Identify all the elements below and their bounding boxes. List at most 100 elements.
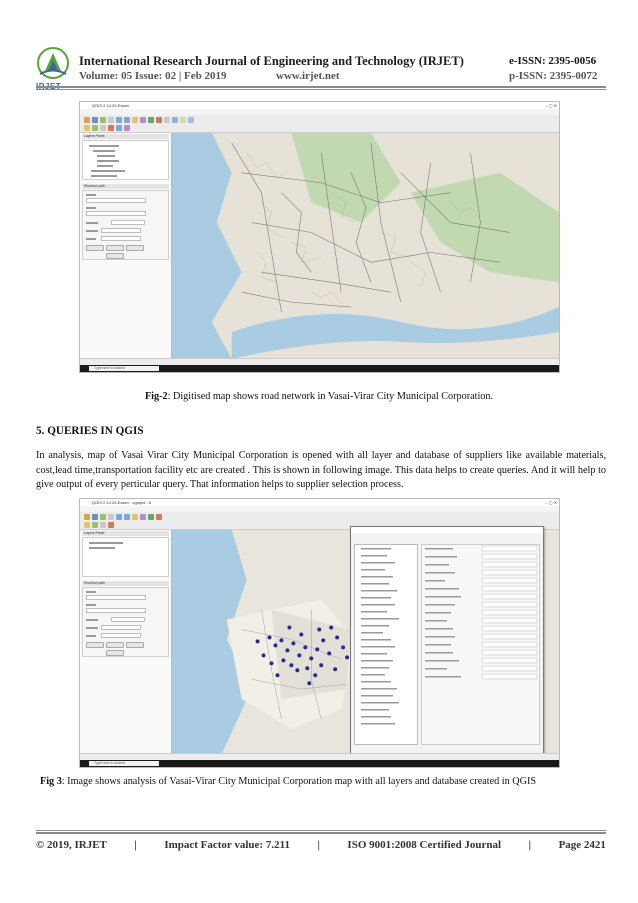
footer-rule: [36, 830, 606, 834]
criterion-select[interactable]: [111, 617, 145, 622]
time-field[interactable]: [101, 633, 141, 638]
window-controls: – ▢ ✕: [545, 103, 557, 108]
taskbar-search[interactable]: Type here to search: [89, 366, 159, 371]
identify-icon: [132, 117, 138, 123]
calculate-button[interactable]: [86, 245, 104, 251]
zoom-in-icon: [116, 514, 122, 520]
figure-2-caption: Fig-2: Digitised map shows road network …: [0, 391, 638, 402]
footer-iso: ISO 9001:2008 Certified Journal: [347, 839, 502, 851]
supplier-list[interactable]: [354, 544, 418, 745]
clear-button[interactable]: [126, 642, 144, 648]
footer-page-number: Page 2421: [558, 839, 606, 851]
tool-icon: [188, 117, 194, 123]
journal-website[interactable]: www.irjet.net: [276, 70, 340, 82]
clear-button[interactable]: [126, 245, 144, 251]
criterion-select[interactable]: [111, 220, 145, 225]
edit-icon: [84, 522, 90, 528]
open-icon: [84, 514, 90, 520]
measure-icon: [148, 514, 154, 520]
dialog-title: [351, 527, 543, 533]
taskbar-search[interactable]: Type here to search: [89, 761, 159, 766]
node-icon: [100, 522, 106, 528]
footer-impact-factor: Impact Factor value: 7.211: [164, 839, 290, 851]
shortest-path-panel: [82, 190, 169, 260]
figure-2-caption-text: : Digitised map shows road network in Va…: [167, 391, 494, 402]
layer-tree[interactable]: [82, 140, 169, 180]
layers-panel-header: Layers Panel: [82, 531, 169, 536]
delete-icon: [108, 522, 114, 528]
refresh-icon: [172, 117, 178, 123]
digitize-icon: [92, 522, 98, 528]
layer-icon: [100, 514, 106, 520]
zoom-in-icon: [116, 117, 122, 123]
time-field[interactable]: [101, 236, 141, 241]
attribute-form[interactable]: [421, 544, 540, 745]
footer-copyright: © 2019, IRJET: [36, 839, 107, 851]
layer-icon: [100, 117, 106, 123]
figure-3-screenshot: QGIS 2.14.20-Essen - vgmpid - 8 – ▢ ✕ La…: [79, 498, 560, 768]
help-button[interactable]: [106, 650, 124, 656]
road-network-map[interactable]: [172, 133, 559, 359]
shortest-path-header: Shortest path: [82, 581, 169, 586]
section-heading: 5. QUERIES IN QGIS: [36, 425, 144, 437]
layers-panel: Layers Panel Shortest path: [80, 530, 172, 753]
open-icon: [84, 117, 90, 123]
delete-icon: [108, 125, 114, 131]
header-rule: [36, 86, 606, 90]
pan-icon: [108, 117, 114, 123]
start-field[interactable]: [86, 595, 146, 600]
attribute-form-dialog[interactable]: [350, 526, 544, 758]
window-title: QGIS 2.14.20-Essen: [80, 102, 559, 109]
figure-2-label: Fig-2: [144, 391, 168, 402]
e-issn: e-ISSN: 2395-0056: [509, 55, 597, 67]
volume-issue: Volume: 05 Issue: 02 | Feb 2019: [79, 70, 227, 82]
attribute-table-icon: [156, 514, 162, 520]
page-header: IRJET International Research Journal of …: [0, 0, 638, 100]
page-footer: © 2019, IRJET | Impact Factor value: 7.2…: [36, 839, 606, 851]
save-icon: [92, 117, 98, 123]
shortest-path-panel: [82, 587, 169, 657]
stop-field[interactable]: [86, 211, 146, 216]
digitize-icon: [92, 125, 98, 131]
copy-icon: [124, 125, 130, 131]
windows-taskbar: Type here to search: [80, 760, 559, 767]
label-icon: [164, 117, 170, 123]
figure-3-label: Fig 3: [40, 776, 62, 787]
attribute-form-fields: [425, 545, 538, 680]
footer-separator: |: [134, 839, 137, 851]
layers-panel: Layers Panel Shortest path: [80, 133, 172, 358]
stop-field[interactable]: [86, 608, 146, 613]
figure-3-caption-text: : Image shows analysis of Vasai-Virar Ci…: [61, 776, 537, 787]
cut-icon: [116, 125, 122, 131]
pan-icon: [108, 514, 114, 520]
select-icon: [140, 514, 146, 520]
node-icon: [100, 125, 106, 131]
length-field[interactable]: [101, 228, 141, 233]
toolbar: [80, 115, 559, 133]
help-button[interactable]: [106, 253, 124, 259]
edit-icon: [84, 125, 90, 131]
journal-title: International Research Journal of Engine…: [79, 54, 464, 68]
zoom-out-icon: [124, 117, 130, 123]
footer-separator: |: [317, 839, 320, 851]
layers-panel-header: Layers Panel: [82, 134, 169, 139]
export-button[interactable]: [106, 642, 124, 648]
windows-taskbar: Type here to search: [80, 365, 559, 372]
start-field[interactable]: [86, 198, 146, 203]
p-issn: p-ISSN: 2395-0072: [509, 70, 598, 82]
calculate-button[interactable]: [86, 642, 104, 648]
measure-icon: [148, 117, 154, 123]
figure-3-caption: Fig 3: Image shows analysis of Vasai-Vir…: [40, 776, 536, 787]
figure-2-screenshot: QGIS 2.14.20-Essen – ▢ ✕ Layers Panel Sh…: [79, 101, 560, 373]
save-icon: [92, 514, 98, 520]
select-icon: [140, 117, 146, 123]
supplier-list-rows: [361, 548, 399, 725]
window-title: QGIS 2.14.20-Essen - vgmpid - 8: [80, 499, 559, 506]
length-field[interactable]: [101, 625, 141, 630]
zoom-out-icon: [124, 514, 130, 520]
layer-tree[interactable]: [82, 537, 169, 577]
tool-icon: [180, 117, 186, 123]
footer-separator: |: [528, 839, 532, 851]
export-button[interactable]: [106, 245, 124, 251]
section-paragraph: In analysis, map of Vasai Virar City Mun…: [36, 450, 606, 491]
